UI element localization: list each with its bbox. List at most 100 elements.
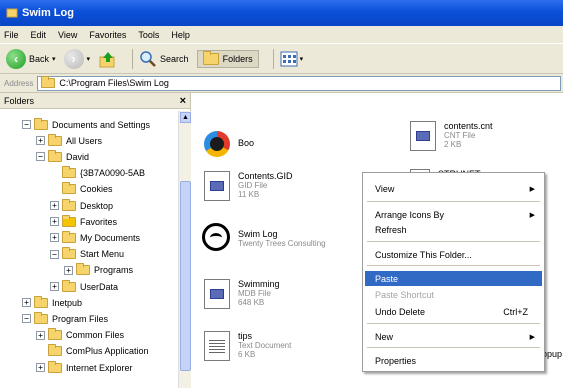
folder-icon	[48, 328, 62, 341]
help-file-icon	[410, 121, 436, 151]
collapse-icon[interactable]: −	[36, 152, 45, 162]
submenu-arrow-icon: ▶	[529, 333, 535, 341]
expand-icon[interactable]: +	[36, 363, 45, 372]
tree-item-label: Program Files	[52, 313, 109, 324]
context-menu-item-properties[interactable]: Properties	[365, 353, 542, 368]
tree-item[interactable]: + Common Files	[36, 328, 124, 343]
expand-icon[interactable]: +	[22, 298, 31, 308]
file-item-boo[interactable]: Boo	[204, 131, 254, 157]
menu-edit[interactable]: Edit	[31, 30, 47, 40]
menu-tools[interactable]: Tools	[138, 30, 159, 40]
file-size: 2 KB	[444, 140, 462, 149]
menu-view[interactable]: View	[58, 30, 77, 40]
tree-item[interactable]: {3B7A0090-5AB	[50, 166, 145, 181]
tree-item[interactable]: + Inetpub	[22, 295, 82, 310]
up-folder-button[interactable]	[98, 49, 118, 69]
address-bar: Address C:\Program Files\Swim Log	[0, 74, 563, 93]
close-icon[interactable]: ×	[180, 95, 186, 107]
context-menu-item-new[interactable]: New ▶	[365, 329, 542, 344]
context-menu-label: New	[375, 331, 394, 342]
folder-icon	[62, 166, 76, 179]
folder-icon	[34, 311, 48, 324]
context-menu-item-paste[interactable]: Paste	[365, 271, 542, 286]
views-icon	[280, 51, 298, 66]
tree-item[interactable]: Cookies	[50, 182, 113, 197]
menu-file[interactable]: File	[4, 30, 19, 40]
expand-icon[interactable]: +	[50, 217, 59, 227]
search-label: Search	[160, 53, 189, 64]
context-menu-item-view[interactable]: View ▶	[365, 181, 542, 196]
back-arrow-icon: ‹	[6, 48, 26, 69]
address-folder-icon	[41, 76, 56, 88]
scrollbar-thumb[interactable]	[180, 181, 191, 371]
context-menu-item-refresh[interactable]: Refresh	[365, 222, 542, 237]
file-name: Boo	[238, 138, 255, 148]
tree-item[interactable]: ComPlus Application	[36, 344, 149, 359]
tree-item-label: UserData	[80, 281, 119, 292]
expand-icon[interactable]: +	[50, 233, 59, 243]
search-button[interactable]: Search	[139, 50, 189, 68]
scroll-up-icon[interactable]: ▲	[180, 112, 191, 123]
folder-icon	[48, 149, 62, 162]
back-label: Back	[29, 53, 50, 64]
back-button[interactable]: ‹ Back ▾	[6, 48, 56, 69]
context-menu-label: Refresh	[375, 224, 407, 235]
title-bar[interactable]: Swim Log	[0, 0, 563, 26]
file-item-swimming[interactable]: Swimming MDB File 648 KB	[204, 279, 280, 309]
context-menu-separator	[367, 265, 540, 266]
folder-icon	[48, 360, 62, 373]
forward-button[interactable]: › ▾	[63, 48, 91, 69]
tree-item[interactable]: + My Documents	[50, 230, 140, 245]
back-dropdown-icon[interactable]: ▾	[52, 55, 56, 63]
tree-item[interactable]: − Documents and Settings	[22, 117, 150, 132]
tree-item[interactable]: + Internet Explorer	[36, 360, 133, 375]
expand-icon[interactable]: +	[64, 265, 73, 275]
tree-item[interactable]: + Desktop	[50, 198, 113, 213]
expand-icon[interactable]: +	[36, 136, 45, 146]
tree-item[interactable]: + UserData	[50, 279, 118, 294]
file-name: contents.cnt	[444, 121, 493, 131]
expand-icon[interactable]: +	[50, 201, 59, 210]
collapse-icon[interactable]: −	[22, 314, 31, 324]
context-menu-separator	[367, 347, 540, 348]
menu-help[interactable]: Help	[171, 30, 190, 40]
expand-icon[interactable]: +	[50, 282, 59, 291]
tree-item-label: Programs	[94, 265, 134, 276]
favorites-star-icon	[62, 214, 76, 227]
menu-bar: File Edit View Favorites Tools Help	[0, 26, 563, 44]
tree-item[interactable]: − Start Menu	[50, 247, 124, 262]
window-title: Swim Log	[22, 7, 74, 19]
collapse-icon[interactable]: −	[22, 120, 31, 129]
tree-item-label: David	[66, 151, 90, 162]
forward-dropdown-icon[interactable]: ▾	[87, 55, 91, 63]
context-menu-item-arrange-icons-by[interactable]: Arrange Icons By ▶	[365, 207, 542, 222]
tree-item[interactable]: − David	[36, 149, 89, 164]
context-menu: View ▶ Arrange Icons By ▶ Refresh Customize T…	[362, 172, 545, 372]
text-file-icon	[204, 331, 230, 361]
tree-item-label: Start Menu	[80, 249, 125, 260]
collapse-icon[interactable]: −	[50, 249, 59, 259]
file-item-contents-cnt[interactable]: contents.cnt CNT File 2 KB	[410, 121, 493, 151]
tree-item[interactable]: + All Users	[36, 133, 102, 148]
context-menu-item-undo-delete[interactable]: Undo Delete Ctrl+Z	[365, 304, 542, 319]
menu-favorites[interactable]: Favorites	[89, 30, 126, 40]
submenu-arrow-icon: ▶	[529, 211, 535, 219]
address-field[interactable]: C:\Program Files\Swim Log	[37, 75, 561, 91]
tree-item-label: All Users	[66, 135, 103, 146]
file-item-tips[interactable]: tips Text Document 6 KB	[204, 331, 291, 361]
submenu-arrow-icon: ▶	[529, 185, 535, 193]
file-item-contents-gid[interactable]: Contents.GID GID File 11 KB	[204, 171, 293, 201]
folder-icon	[62, 198, 76, 211]
file-type: Twenty Trees Consulting	[238, 239, 326, 248]
views-button[interactable]: ▾	[280, 50, 303, 68]
tree-item[interactable]: + Favorites	[50, 214, 117, 229]
tree-item[interactable]: − Program Files	[22, 311, 108, 326]
file-item-swim-log[interactable]: Swim Log Twenty Trees Consulting	[202, 223, 326, 251]
context-menu-label: Properties	[375, 355, 417, 366]
folders-label: Folders	[222, 53, 253, 64]
folder-tree-scrollbar[interactable]: ▲	[178, 111, 191, 388]
context-menu-item-customize-this-folder[interactable]: Customize This Folder...	[365, 247, 542, 262]
folders-button[interactable]: Folders	[196, 49, 259, 68]
tree-item[interactable]: + Programs	[64, 263, 133, 278]
expand-icon[interactable]: +	[36, 330, 45, 340]
